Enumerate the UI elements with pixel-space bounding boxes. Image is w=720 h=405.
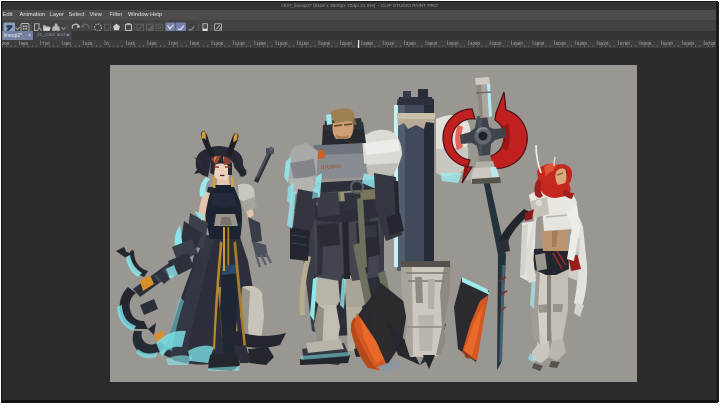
svg-text:3840: 3840	[449, 41, 460, 46]
svg-text:6240: 6240	[663, 41, 674, 46]
svg-text:0: 0	[106, 41, 109, 46]
svg-text:480: 480	[149, 41, 157, 46]
svg-text:2640: 2640	[342, 41, 353, 46]
svg-text:720: 720	[170, 41, 178, 46]
svg-text:4320: 4320	[491, 41, 502, 46]
svg-text:6720: 6720	[705, 41, 716, 46]
svg-text:240: 240	[128, 41, 136, 46]
svg-text:960: 960	[192, 41, 200, 46]
svg-text:BIGBOI: BIGBOI	[321, 164, 342, 171]
svg-text:1920: 1920	[277, 41, 288, 46]
svg-text:2160: 2160	[299, 41, 310, 46]
svg-text:3600: 3600	[427, 41, 438, 46]
svg-text:1440: 1440	[235, 41, 246, 46]
svg-text:6480: 6480	[684, 41, 695, 46]
svg-text:720: 720	[42, 41, 50, 46]
svg-text:4560: 4560	[513, 41, 524, 46]
svg-text:3360: 3360	[406, 41, 417, 46]
svg-text:5040: 5040	[556, 41, 567, 46]
svg-text:6000: 6000	[641, 41, 652, 46]
svg-text:240: 240	[85, 41, 93, 46]
svg-text:4080: 4080	[470, 41, 481, 46]
svg-text:480: 480	[63, 41, 71, 46]
svg-text:5520: 5520	[598, 41, 609, 46]
svg-text:1200: 1200	[2, 41, 10, 46]
svg-text:5760: 5760	[620, 41, 631, 46]
svg-text:960: 960	[21, 41, 29, 46]
svg-text:5280: 5280	[577, 41, 588, 46]
svg-text:1680: 1680	[256, 41, 267, 46]
svg-text:2880: 2880	[363, 41, 374, 46]
svg-text:1200: 1200	[213, 41, 224, 46]
svg-text:4800: 4800	[534, 41, 545, 46]
svg-text:3120: 3120	[384, 41, 395, 46]
svg-text:2400: 2400	[320, 41, 331, 46]
